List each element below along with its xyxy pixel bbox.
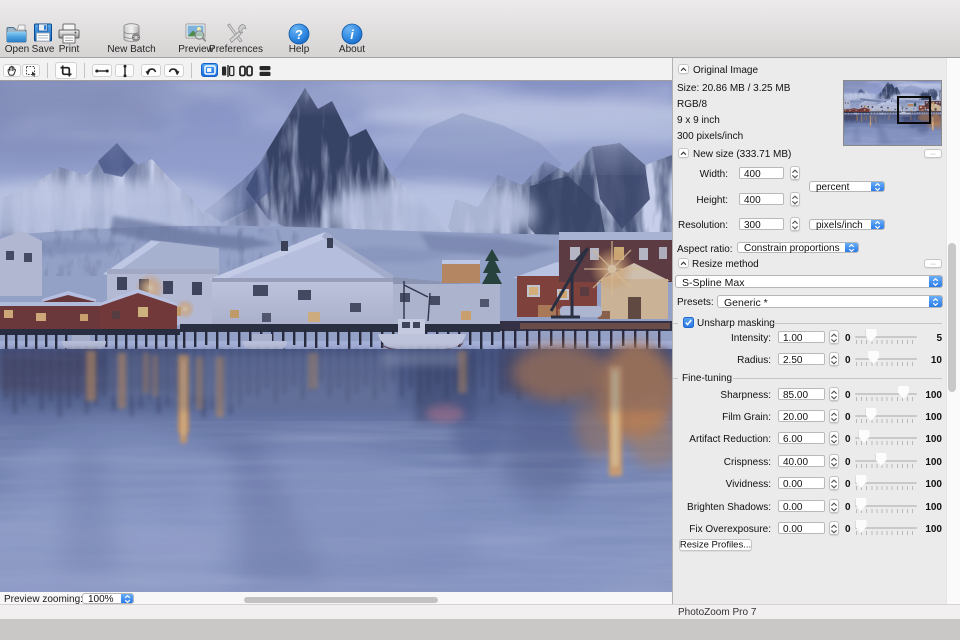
svg-text:?: ?: [295, 27, 303, 42]
svg-text:i: i: [350, 27, 354, 42]
